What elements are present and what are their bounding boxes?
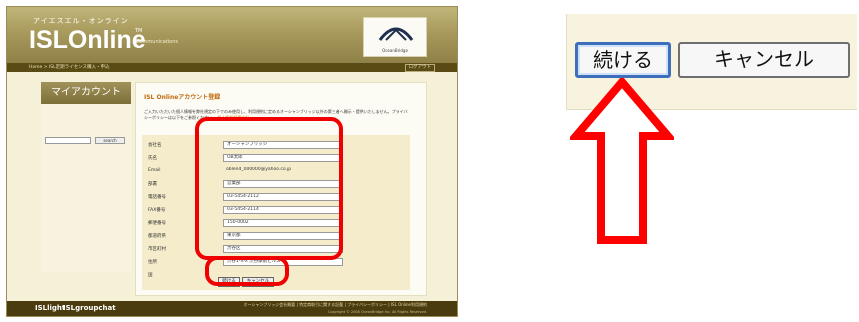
sidebar-search-button[interactable]: search bbox=[95, 137, 125, 144]
field-label: 都道府県 bbox=[148, 234, 166, 239]
fields-highlight bbox=[195, 117, 343, 260]
brand-tagline: Communications bbox=[136, 39, 179, 45]
arrow-up-icon bbox=[570, 78, 674, 244]
header-banner: アイエスエル・オンライン ISLOnline TM Communications… bbox=[7, 7, 457, 63]
breadcrumb[interactable]: Home > ISL定期ライセンス購入・申込 bbox=[29, 64, 110, 70]
field-label: 部署 bbox=[148, 182, 157, 187]
field-label: 国 bbox=[148, 273, 153, 278]
logout-link[interactable]: ログアウト bbox=[404, 64, 435, 72]
brand-logo: ISLOnline bbox=[29, 26, 146, 54]
field-label: 電話番号 bbox=[148, 195, 166, 200]
cancel-button[interactable]: キャンセル bbox=[678, 42, 850, 78]
trademark-mark: TM bbox=[135, 28, 143, 34]
sidebar: マイアカウント search bbox=[41, 82, 131, 272]
partner-logo-caption: OceanBridge bbox=[382, 48, 408, 53]
nav-bar: Home > ISL定期ライセンス購入・申込 ログアウト bbox=[7, 63, 457, 72]
field-label: 会社名 bbox=[148, 143, 162, 148]
field-label: Email bbox=[148, 168, 161, 173]
bridge-logo-icon bbox=[378, 27, 414, 41]
footer-links[interactable]: オーシャンブリッジ会社概要 | 特定商取引に関する記載 | プライバシーポリシー… bbox=[243, 302, 427, 308]
footer-logo-left: ISLlight bbox=[35, 304, 66, 312]
sidebar-title: マイアカウント bbox=[41, 82, 131, 104]
field-label: 郵便番号 bbox=[148, 221, 166, 226]
sidebar-search-input[interactable] bbox=[45, 137, 91, 144]
footer: ISLlight ISLgroupchat オーシャンブリッジ会社概要 | 特定… bbox=[7, 301, 457, 316]
field-label: 氏名 bbox=[148, 156, 157, 161]
footer-logo-right: ISLgroupchat bbox=[63, 304, 116, 312]
field-label: 市区町村 bbox=[148, 247, 166, 252]
field-label: FAX番号 bbox=[148, 208, 166, 213]
continue-button[interactable]: 続ける bbox=[575, 42, 671, 78]
footer-copyright: Copyright © 2008 OceanBridge Inc. All Ri… bbox=[328, 310, 427, 314]
partner-logo: OceanBridge bbox=[363, 17, 427, 57]
buttons-highlight bbox=[205, 256, 289, 286]
field-label: 住所 bbox=[148, 260, 157, 265]
page-title: ISL Onlineアカウント登録 bbox=[144, 94, 221, 101]
